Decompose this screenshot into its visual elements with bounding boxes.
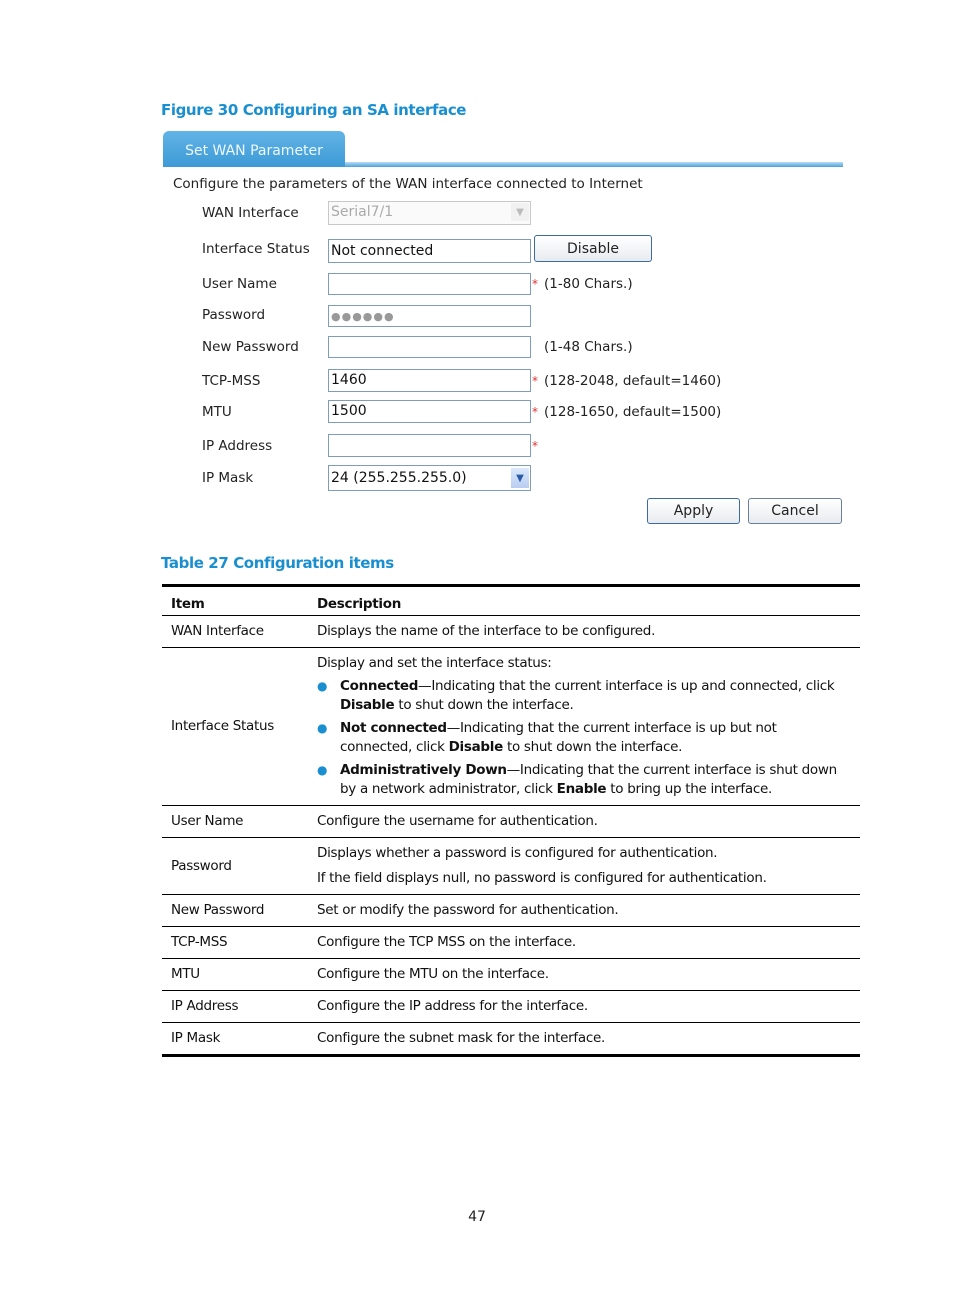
wan-interface-select[interactable]: Serial7/1 ▼ [328, 201, 531, 225]
wan-interface-label: WAN Interface [202, 205, 299, 221]
tcp-mss-hint: (128-2048, default=1460) [544, 373, 722, 389]
cancel-button[interactable]: Cancel [748, 498, 842, 524]
mtu-hint: (128-1650, default=1500) [544, 404, 722, 420]
table-row: Interface Status Display and set the int… [162, 647, 860, 806]
set-wan-parameter-panel: Set WAN Parameter Configure the paramete… [161, 130, 843, 530]
ip-mask-label: IP Mask [202, 470, 254, 486]
bullet-text: —Indicating that the current interface i… [418, 678, 835, 694]
ip-mask-value: 24 (255.255.255.0) [331, 470, 467, 486]
row-item: WAN Interface [162, 615, 308, 648]
mtu-input[interactable]: 1500 [328, 400, 531, 423]
tcp-mss-label: TCP-MSS [202, 373, 261, 389]
user-name-label: User Name [202, 276, 277, 292]
bullet-text: to bring up the interface. [606, 781, 772, 797]
password-mask: ●●●●●● [331, 310, 395, 323]
mtu-label: MTU [202, 404, 232, 420]
row-description: Displays whether a password is configure… [308, 837, 860, 895]
row-description: Configure the subnet mask for the interf… [308, 1022, 860, 1057]
row-description: Configure the TCP MSS on the interface. [308, 926, 860, 959]
interface-status-label: Interface Status [202, 241, 310, 257]
bullet-icon: ● [317, 679, 328, 693]
table-row: MTU Configure the MTU on the interface. [162, 958, 860, 991]
table-row: TCP-MSS Configure the TCP MSS on the int… [162, 926, 860, 959]
configuration-items-table: Item Description WAN Interface Displays … [162, 584, 860, 1057]
bullet-text: to shut down the interface. [502, 739, 683, 755]
table-row: IP Address Configure the IP address for … [162, 990, 860, 1023]
table-row: User Name Configure the username for aut… [162, 805, 860, 838]
new-password-input[interactable] [328, 336, 531, 358]
row-description: Configure the MTU on the interface. [308, 958, 860, 991]
list-item: ● Connected—Indicating that the current … [317, 677, 851, 715]
row-description: Set or modify the password for authentic… [308, 894, 860, 927]
ip-address-input[interactable] [328, 434, 531, 457]
wan-interface-value: Serial7/1 [331, 204, 394, 220]
row-item: New Password [162, 894, 308, 927]
required-marker: * [532, 374, 538, 388]
bullet-term: Administratively Down [340, 762, 507, 778]
column-header-item: Item [171, 596, 205, 612]
page-number: 47 [468, 1209, 486, 1225]
table-row: IP Mask Configure the subnet mask for th… [162, 1022, 860, 1057]
chevron-down-icon: ▼ [511, 468, 529, 488]
column-header-description: Description [317, 596, 402, 612]
description-intro: Display and set the interface status: [317, 655, 552, 671]
row-item: IP Mask [162, 1022, 308, 1057]
list-item: ● Not connected—Indicating that the curr… [317, 719, 851, 757]
ip-mask-select[interactable]: 24 (255.255.255.0) ▼ [328, 465, 531, 491]
required-marker: * [532, 277, 538, 291]
table-header-row: Item Description [162, 585, 860, 616]
row-item: IP Address [162, 990, 308, 1023]
row-description: Configure the username for authenticatio… [308, 805, 860, 838]
bullet-text: to shut down the interface. [394, 697, 574, 713]
bullet-icon: ● [317, 763, 328, 777]
bullet-bold: Disable [448, 739, 504, 755]
new-password-label: New Password [202, 339, 299, 355]
bullet-icon: ● [317, 721, 328, 735]
row-item: MTU [162, 958, 308, 991]
tab-set-wan-parameter[interactable]: Set WAN Parameter [163, 131, 345, 167]
user-name-input[interactable] [328, 273, 531, 295]
bullet-bold: Enable [556, 781, 607, 797]
bullet-term: Connected [340, 678, 419, 694]
table-row: WAN Interface Displays the name of the i… [162, 615, 860, 648]
bullet-bold: Disable [340, 697, 395, 713]
ip-address-label: IP Address [202, 438, 273, 454]
disable-button[interactable]: Disable [534, 235, 652, 262]
apply-button[interactable]: Apply [647, 498, 740, 524]
row-item: Password [162, 837, 308, 895]
row-item: Interface Status [162, 647, 308, 806]
row-description: Displays the name of the interface to be… [308, 615, 860, 648]
table-row: New Password Set or modify the password … [162, 894, 860, 927]
description-line: Displays whether a password is configure… [317, 845, 718, 861]
new-password-hint: (1-48 Chars.) [544, 339, 633, 355]
figure-caption: Figure 30 Configuring an SA interface [161, 101, 467, 119]
interface-status-field: Not connected [328, 239, 531, 263]
bullet-term: Not connected [340, 720, 447, 736]
required-marker: * [532, 439, 538, 453]
tcp-mss-input[interactable]: 1460 [328, 369, 531, 392]
chevron-down-icon: ▼ [511, 203, 529, 221]
row-description: Configure the IP address for the interfa… [308, 990, 860, 1023]
row-item: TCP-MSS [162, 926, 308, 959]
user-name-hint: (1-80 Chars.) [544, 276, 633, 292]
row-description: Display and set the interface status: ● … [308, 647, 860, 806]
required-marker: * [532, 405, 538, 419]
password-label: Password [202, 307, 266, 323]
row-item: User Name [162, 805, 308, 838]
password-input[interactable]: ●●●●●● [328, 305, 531, 327]
description-line: If the field displays null, no password … [317, 870, 767, 886]
panel-intro: Configure the parameters of the WAN inte… [173, 176, 643, 192]
tab-label: Set WAN Parameter [185, 143, 323, 159]
table-row: Password Displays whether a password is … [162, 837, 860, 895]
table-caption: Table 27 Configuration items [161, 554, 394, 572]
list-item: ● Administratively Down—Indicating that … [317, 761, 851, 799]
